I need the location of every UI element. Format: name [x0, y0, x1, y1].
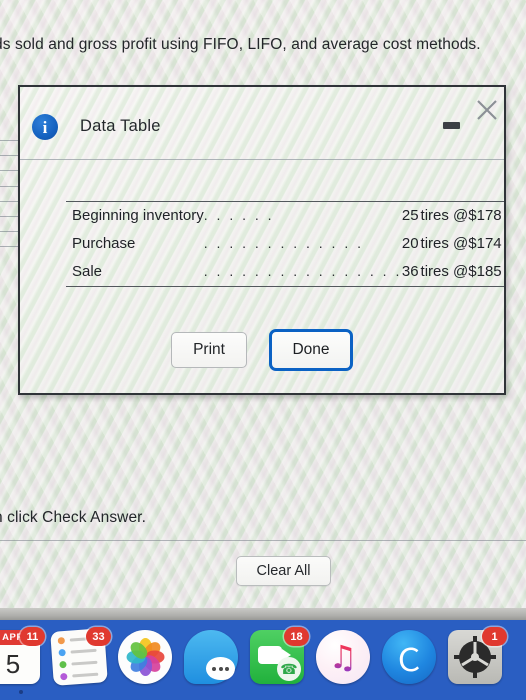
clear-all-button[interactable]: Clear All — [236, 556, 331, 586]
row-currency: $ — [468, 263, 477, 280]
system-preferences-badge: 1 — [482, 627, 507, 646]
calendar-badge: 11 — [20, 627, 45, 646]
done-button[interactable]: Done — [269, 329, 353, 371]
row-label: Beginning inventory — [72, 207, 204, 224]
row-amount: 178 — [476, 207, 502, 224]
dock-item-app-store[interactable]: Ｃ — [382, 630, 436, 684]
row-leader-dots: . . . . . . . . . . . . . — [203, 235, 364, 251]
row-quantity: 25 — [401, 207, 419, 224]
facetime-badge: 18 — [284, 627, 309, 646]
dock-item-messages[interactable] — [184, 630, 238, 684]
row-amount: 174 — [476, 235, 502, 252]
row-leader-dots: . . . . . . . . . . . . . . . . — [203, 263, 402, 279]
row-quantity: 36 — [401, 263, 419, 280]
calendar-day: 5 — [5, 649, 21, 679]
close-icon[interactable] — [472, 95, 502, 125]
check-answer-text: n click Check Answer. — [0, 509, 146, 526]
row-label: Purchase — [72, 235, 136, 252]
print-button[interactable]: Print — [171, 332, 247, 368]
row-label: Sale — [72, 263, 103, 280]
dock-item-facetime[interactable]: ☎ 18 — [250, 627, 309, 684]
info-icon: i — [32, 114, 58, 140]
photographed-screen: ds sold and gross profit using FIFO, LIF… — [0, 0, 526, 614]
minimize-icon[interactable] — [438, 111, 464, 133]
dock-item-photos[interactable] — [118, 630, 172, 684]
section-divider — [0, 540, 526, 541]
messages-icon — [184, 630, 238, 684]
row-currency: $ — [468, 207, 477, 224]
app-store-icon: Ｃ — [382, 630, 436, 684]
table-row: Sale . . . . . . . . . . . . . . . . 36 … — [66, 258, 504, 287]
dock-item-reminders[interactable]: 33 — [50, 627, 111, 686]
row-unit: tires @ — [420, 263, 469, 280]
running-indicator-dot — [19, 690, 23, 694]
row-amount: 185 — [476, 263, 502, 280]
row-unit: tires @ — [420, 207, 469, 224]
dock-item-music[interactable]: ♫ — [316, 630, 370, 684]
reminders-badge: 33 — [86, 627, 111, 646]
data-table-dialog: i Data Table Beginning inventory . . . .… — [18, 85, 506, 395]
dialog-titlebar[interactable]: i Data Table — [20, 87, 504, 160]
row-currency: $ — [468, 235, 477, 252]
row-leader-dots: . . . . . . — [203, 207, 275, 223]
inventory-data-table: Beginning inventory . . . . . . 25 tires… — [66, 201, 504, 287]
mac-dock: APR 5 11 33 ☎ 18 ♫ Ｃ 1 — [0, 620, 526, 700]
dialog-button-row: Print Done — [20, 329, 504, 371]
photos-icon — [118, 630, 172, 684]
table-row: Purchase . . . . . . . . . . . . . 20 ti… — [66, 230, 504, 258]
dock-item-system-preferences[interactable]: 1 — [448, 627, 507, 684]
row-quantity: 20 — [401, 235, 419, 252]
table-row: Beginning inventory . . . . . . 25 tires… — [66, 202, 504, 231]
dock-item-calendar[interactable]: APR 5 11 — [0, 627, 45, 684]
worksheet-prompt-text: ds sold and gross profit using FIFO, LIF… — [0, 36, 481, 53]
row-unit: tires @ — [420, 235, 469, 252]
music-icon: ♫ — [316, 630, 370, 684]
dialog-title: Data Table — [80, 117, 161, 135]
